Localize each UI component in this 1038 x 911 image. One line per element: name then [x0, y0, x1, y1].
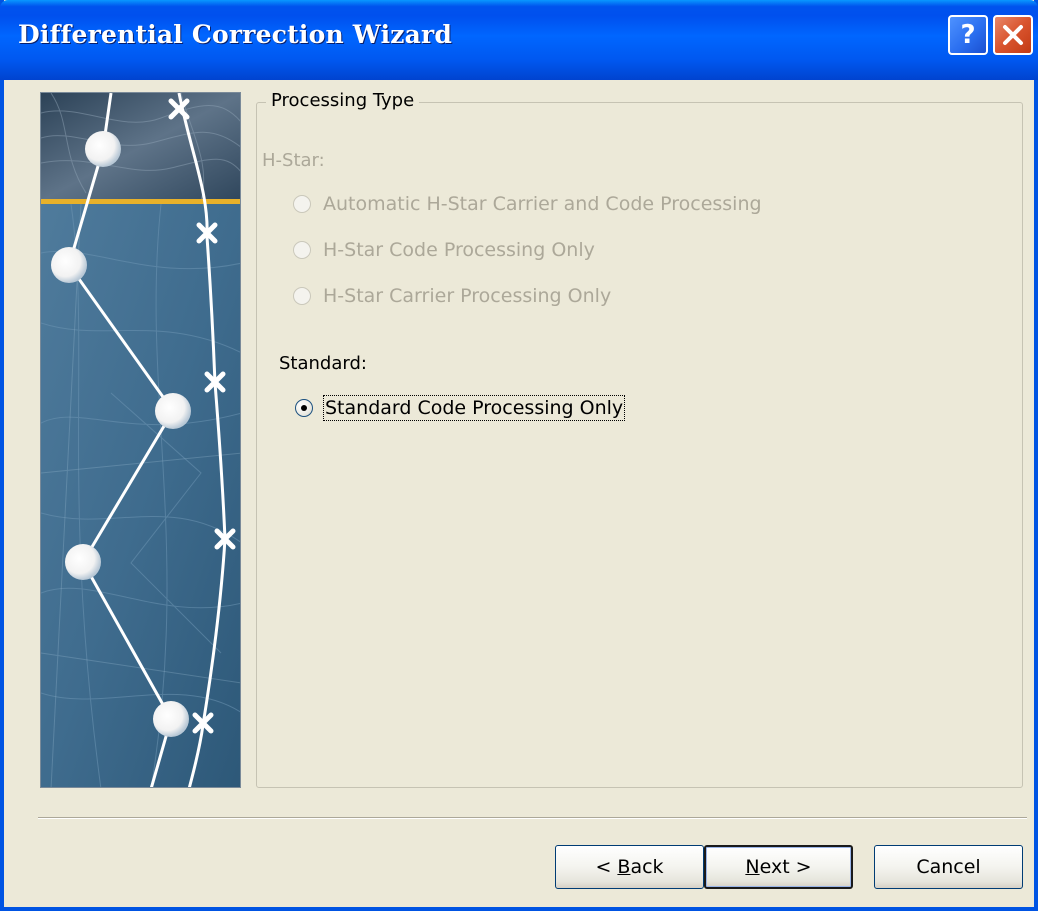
radio-button-selected-icon: [295, 399, 313, 417]
radio-hstar-carrier-only[interactable]: H-Star Carrier Processing Only: [293, 285, 611, 307]
radio-button-icon: [293, 287, 311, 305]
wizard-window: Differential Correction Wizard ? Process…: [0, 0, 1038, 911]
next-button-label: Next >: [745, 856, 812, 878]
standard-section-label: Standard:: [279, 353, 367, 374]
processing-type-legend: Processing Type: [266, 90, 420, 111]
title-bar[interactable]: Differential Correction Wizard ?: [0, 0, 1038, 80]
radio-auto-hstar-label: Automatic H-Star Carrier and Code Proces…: [323, 193, 762, 215]
radio-auto-hstar[interactable]: Automatic H-Star Carrier and Code Proces…: [293, 193, 762, 215]
radio-standard-code-only[interactable]: Standard Code Processing Only: [295, 395, 626, 421]
radio-hstar-code-only-label: H-Star Code Processing Only: [323, 239, 595, 261]
help-icon: ?: [960, 20, 976, 50]
hstar-section-label: H-Star:: [262, 150, 325, 171]
close-button[interactable]: [993, 15, 1033, 55]
close-icon: [1000, 22, 1026, 48]
wizard-banner-image: [40, 92, 241, 788]
radio-standard-code-only-label: Standard Code Processing Only: [322, 395, 626, 421]
next-button[interactable]: Next >: [704, 845, 853, 889]
cancel-button[interactable]: Cancel: [874, 845, 1023, 889]
cancel-button-label: Cancel: [916, 856, 981, 878]
radio-button-icon: [293, 241, 311, 259]
help-button[interactable]: ?: [948, 15, 988, 55]
back-button-label: < Back: [595, 856, 664, 878]
radio-hstar-carrier-only-label: H-Star Carrier Processing Only: [323, 285, 612, 307]
back-button[interactable]: < Back: [555, 845, 704, 889]
radio-hstar-code-only[interactable]: H-Star Code Processing Only: [293, 239, 595, 261]
button-separator: [38, 817, 1027, 819]
window-title: Differential Correction Wizard: [18, 20, 453, 49]
radio-button-icon: [293, 195, 311, 213]
